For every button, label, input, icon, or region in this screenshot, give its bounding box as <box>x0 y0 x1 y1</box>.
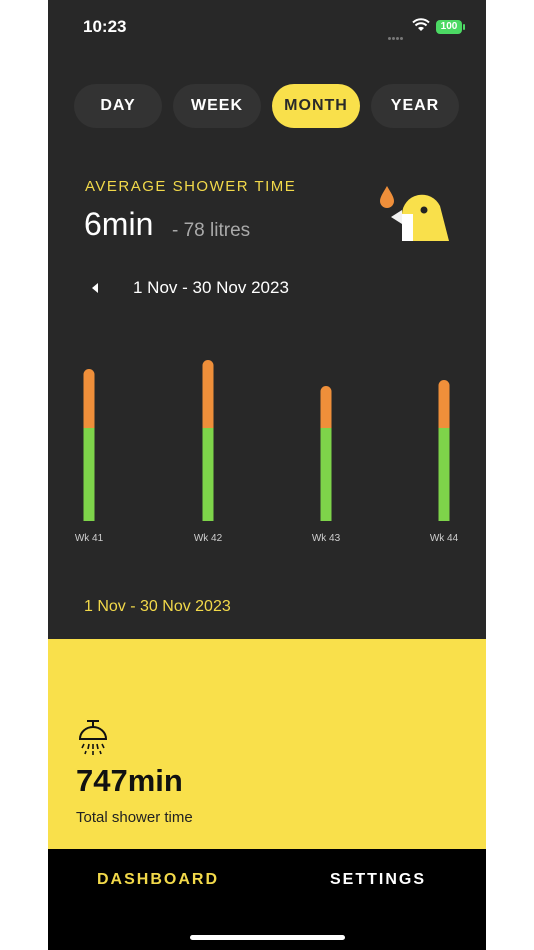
nav-settings[interactable]: SETTINGS <box>330 871 426 889</box>
tab-week[interactable]: WEEK <box>173 84 261 128</box>
date-range: 1 Nov - 30 Nov 2023 <box>133 278 289 297</box>
bar-orange-wk-41 <box>83 369 95 428</box>
bar-orange-wk-42 <box>202 360 214 428</box>
bird-icon <box>380 186 449 241</box>
nav-dashboard[interactable]: DASHBOARD <box>97 871 219 889</box>
app-screen: 10:23 100 DAY WEEK MONTH YEAR AVERAGE SH… <box>48 0 486 950</box>
total-shower-time: 747min <box>76 763 183 798</box>
x-tick-label: Wk 41 <box>75 533 104 544</box>
home-indicator <box>190 935 345 940</box>
tab-year[interactable]: YEAR <box>371 84 459 128</box>
bar-orange-wk-44 <box>438 380 450 428</box>
battery-icon: 100 <box>436 20 462 34</box>
total-panel: 747min Total shower time <box>48 639 486 849</box>
signal-icon <box>388 27 406 40</box>
footer-date: 1 Nov - 30 Nov 2023 <box>84 598 231 615</box>
bar-orange-wk-43 <box>320 386 332 428</box>
bottom-nav: DASHBOARD SETTINGS <box>48 849 486 950</box>
bar-join-wk-41 <box>83 422 95 428</box>
x-tick-label: Wk 42 <box>194 533 223 544</box>
water-drop-icon <box>380 186 394 208</box>
bar-join-wk-43 <box>320 422 332 428</box>
tab-day[interactable]: DAY <box>74 84 162 128</box>
weekly-bar-chart: Wk 41 Wk 42 Wk 43 Wk 44 <box>75 360 459 544</box>
bar-join-wk-42 <box>202 422 214 428</box>
status-time: 10:23 <box>83 17 127 36</box>
wifi-icon <box>412 18 430 31</box>
chevron-left-icon[interactable] <box>86 278 106 298</box>
tab-month[interactable]: MONTH <box>272 84 360 128</box>
total-shower-label: Total shower time <box>76 809 193 826</box>
average-value: 6min <box>84 206 154 242</box>
x-tick-label: Wk 44 <box>430 533 459 544</box>
bar-green-wk-42 <box>202 428 214 521</box>
bar-green-wk-44 <box>438 428 450 521</box>
bar-green-wk-41 <box>83 428 95 521</box>
x-tick-label: Wk 43 <box>312 533 341 544</box>
average-litres: - 78 litres <box>172 220 251 241</box>
bar-green-wk-43 <box>320 428 332 521</box>
battery-cap <box>463 24 465 30</box>
average-label: AVERAGE SHOWER TIME <box>85 178 297 195</box>
shower-icon <box>78 720 108 755</box>
bar-join-wk-44 <box>438 422 450 428</box>
